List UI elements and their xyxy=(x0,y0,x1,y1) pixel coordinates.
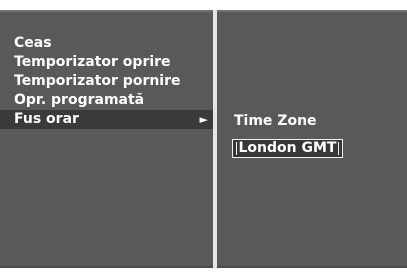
selector-right-bracket xyxy=(338,142,339,155)
menu-item-label: Ceas xyxy=(14,35,52,51)
menu-item-label: Fus orar xyxy=(14,111,79,127)
menu-item-label: Opr. programată xyxy=(14,92,145,108)
menu-item-time-zone[interactable]: Fus orar ► xyxy=(0,110,214,129)
time-zone-selector[interactable]: London GMT xyxy=(232,139,343,158)
menu-item-scheduled-off[interactable]: Opr. programată xyxy=(0,91,214,110)
submenu-panel: Time Zone London GMT xyxy=(217,10,407,268)
osd-screen: Ceas Temporizator oprire Temporizator po… xyxy=(0,0,407,277)
menu-item-on-timer[interactable]: Temporizator pornire xyxy=(0,72,214,91)
menu-item-sleep-timer[interactable]: Temporizator oprire xyxy=(0,53,214,72)
menu-item-label: Temporizator pornire xyxy=(14,73,181,89)
menu-item-ceas[interactable]: Ceas xyxy=(0,34,214,53)
time-zone-value: London GMT xyxy=(238,140,337,156)
menu-item-label: Temporizator oprire xyxy=(14,54,171,70)
menu-list: Ceas Temporizator oprire Temporizator po… xyxy=(0,34,214,129)
menu-panel: Ceas Temporizator oprire Temporizator po… xyxy=(0,10,214,268)
arrow-right-icon: ► xyxy=(199,113,208,126)
time-zone-label: Time Zone xyxy=(234,113,317,129)
